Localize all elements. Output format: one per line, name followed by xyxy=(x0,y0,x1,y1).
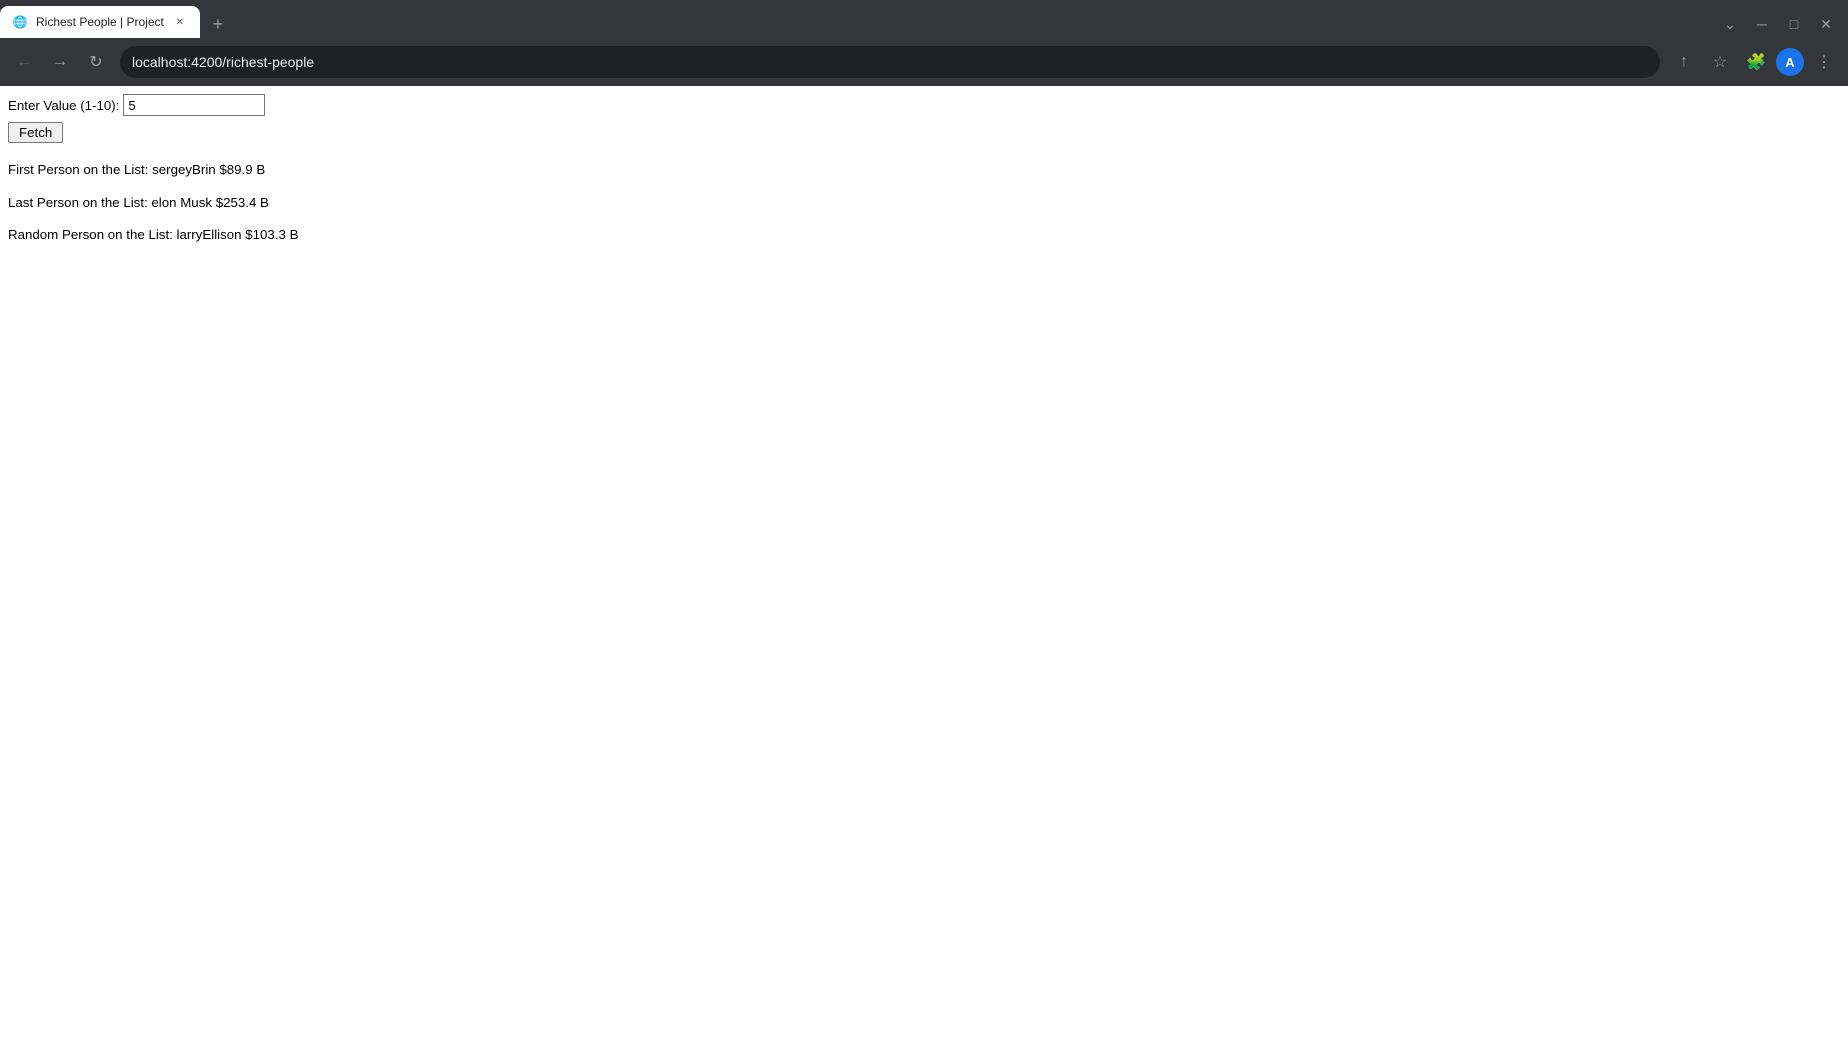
back-button[interactable]: ← xyxy=(8,46,40,78)
address-bar-right-controls: ↑ ☆ 🧩 A ⋮ xyxy=(1668,46,1840,78)
active-tab[interactable]: 🌐 Richest People | Project ✕ xyxy=(0,6,200,38)
tab-close-button[interactable]: ✕ xyxy=(172,14,188,30)
tab-favicon: 🌐 xyxy=(12,14,28,30)
new-tab-button[interactable]: + xyxy=(204,10,232,38)
random-person-result: Random Person on the List: larryEllison … xyxy=(8,226,1840,245)
browser-window: 🌐 Richest People | Project ✕ + ⌄ ─ □ ✕ ←… xyxy=(0,0,1848,1052)
profile-button[interactable]: A xyxy=(1776,48,1804,76)
extensions-button[interactable]: 🧩 xyxy=(1740,46,1772,78)
reload-button[interactable]: ↻ xyxy=(80,46,112,78)
url-bar[interactable]: localhost:4200/richest-people xyxy=(120,46,1660,78)
value-input[interactable] xyxy=(123,94,265,116)
input-label: Enter Value (1-10): xyxy=(8,98,119,113)
input-form-row: Enter Value (1-10): xyxy=(8,94,1840,116)
tab-bar-controls: ⌄ ─ □ ✕ xyxy=(1716,10,1848,38)
fetch-button[interactable]: Fetch xyxy=(8,122,63,143)
menu-button[interactable]: ⋮ xyxy=(1808,46,1840,78)
share-button[interactable]: ↑ xyxy=(1668,46,1700,78)
bookmark-button[interactable]: ☆ xyxy=(1704,46,1736,78)
forward-button[interactable]: → xyxy=(44,46,76,78)
last-person-result: Last Person on the List: elon Musk $253.… xyxy=(8,194,1840,213)
url-text: localhost:4200/richest-people xyxy=(132,54,1648,70)
tab-bar: 🌐 Richest People | Project ✕ + ⌄ ─ □ ✕ xyxy=(0,0,1848,38)
address-bar: ← → ↻ localhost:4200/richest-people ↑ ☆ … xyxy=(0,38,1848,86)
page-content: Enter Value (1-10): Fetch First Person o… xyxy=(0,86,1848,1052)
dropdown-button[interactable]: ⌄ xyxy=(1716,10,1744,38)
tab-title: Richest People | Project xyxy=(36,15,164,29)
minimize-button[interactable]: ─ xyxy=(1748,10,1776,38)
close-window-button[interactable]: ✕ xyxy=(1812,10,1840,38)
maximize-button[interactable]: □ xyxy=(1780,10,1808,38)
first-person-result: First Person on the List: sergeyBrin $89… xyxy=(8,161,1840,180)
